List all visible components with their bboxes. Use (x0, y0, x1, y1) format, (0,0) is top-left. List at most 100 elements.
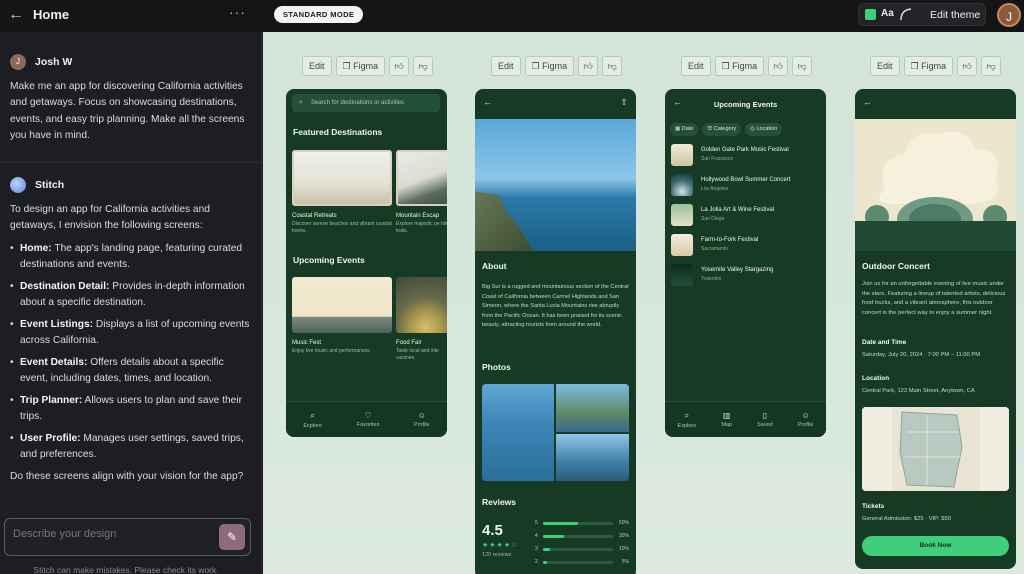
figma-button[interactable]: ❐ Figma (524, 56, 575, 76)
assistant-name: Stitch (35, 179, 65, 191)
assistant-message: Stitch To design an app for California a… (10, 177, 254, 485)
thumbs-down-icon[interactable]: 👎︎ (981, 56, 1002, 76)
edit-theme-button[interactable]: Edit theme (930, 9, 980, 21)
corner-radius-icon[interactable] (899, 7, 913, 21)
thumbs-down-icon[interactable]: 👎︎ (792, 56, 813, 76)
prompt-input[interactable] (13, 528, 213, 540)
thumbs-up-icon[interactable]: 👍︎ (768, 56, 789, 76)
photo[interactable] (556, 384, 629, 432)
event-list-item[interactable]: Yosemite Valley Stargazing Yosemite (671, 264, 821, 286)
concert-illustration (855, 119, 1016, 251)
edit-button[interactable]: Edit (491, 56, 521, 76)
disclaimer-text: Stitch can make mistakes. Please check i… (33, 565, 219, 574)
music-fest-image (292, 277, 392, 333)
search-icon: ⌕ (299, 99, 303, 106)
send-button[interactable]: ✎ (219, 524, 245, 550)
theme-controls: Aa Edit theme (858, 3, 986, 26)
edit-button[interactable]: Edit (302, 56, 332, 76)
event-list-item[interactable]: La Jolla Art & Wine Festival San Diego (671, 204, 821, 226)
event-title: La Jolla Art & Wine Festival (701, 207, 775, 213)
chip-date[interactable]: ▦ Date (670, 123, 699, 136)
thumbs-up-icon[interactable]: 👍︎ (389, 56, 410, 76)
chip-location[interactable]: ◎ Location (745, 123, 783, 136)
cliff-shape (475, 191, 533, 251)
nav-favorites[interactable]: ♡ Favorites (357, 411, 380, 428)
standard-mode-badge[interactable]: STANDARD MODE (274, 6, 364, 23)
user-avatar-small: J (10, 54, 26, 71)
nav-map[interactable]: ▥ Map (721, 411, 732, 428)
card-description: Enjoy live music and performances. (292, 348, 371, 354)
share-icon[interactable]: ⇪ (620, 97, 628, 108)
edit-button[interactable]: Edit (681, 56, 711, 76)
event-thumbnail (671, 174, 693, 196)
datetime-label: Date and Time (862, 339, 907, 346)
thumbs-down-icon[interactable]: 👎︎ (413, 56, 434, 76)
search-bar[interactable]: ⌕ Search for destinations or activities (292, 94, 440, 112)
nav-explore[interactable]: ⌕ Explore (303, 411, 322, 429)
font-selector[interactable]: Aa (881, 8, 894, 19)
screen-list: Home: The app's landing page, featuring … (10, 241, 254, 464)
design-canvas[interactable]: Edit ❐ Figma 👍︎ 👎︎ Edit ❐ Figma 👍︎ 👎︎ Ed… (263, 32, 1024, 574)
thumbs-up-icon[interactable]: 👍︎ (578, 56, 599, 76)
heart-icon: ♡ (364, 411, 372, 420)
thumbs-up-icon[interactable]: 👍︎ (957, 56, 978, 76)
destination-detail-screen[interactable]: ← ⇪ About Big Sur is a rugged and mounta… (475, 89, 636, 574)
figma-button[interactable]: ❐ Figma (714, 56, 765, 76)
event-list-item[interactable]: Golden Gate Park Music Festival San Fran… (671, 144, 821, 166)
event-title: Farm-to-Fork Festival (701, 237, 759, 243)
user-message: J Josh W Make me an app for discovering … (10, 54, 250, 145)
rating-bar: 3 10% (535, 546, 629, 552)
chip-category[interactable]: ☰ Category (702, 123, 742, 136)
reviews-title: Reviews (482, 497, 517, 507)
event-thumbnail (671, 204, 693, 226)
event-title: Yosemite Valley Stargazing (701, 267, 774, 273)
color-swatch[interactable] (865, 9, 876, 20)
map-icon: ▥ (722, 411, 731, 420)
thumbs-down-icon[interactable]: 👎︎ (602, 56, 623, 76)
search-icon: ⌕ (684, 410, 690, 420)
page-title: Home (33, 7, 70, 22)
card-title: Music Fest (292, 340, 322, 346)
figma-button[interactable]: ❐ Figma (335, 56, 386, 76)
more-options-icon[interactable]: ··· (229, 4, 246, 20)
rating-bar-fill (543, 561, 547, 564)
edit-button[interactable]: Edit (870, 56, 900, 76)
event-list-item[interactable]: Hollywood Bowl Summer Concert Los Angele… (671, 174, 821, 196)
event-location: San Diego (701, 216, 725, 222)
book-now-button[interactable]: Book Now (862, 536, 1009, 556)
arrow-left-icon[interactable]: ← (483, 97, 492, 107)
figma-button[interactable]: ❐ Figma (903, 56, 954, 76)
destination-card[interactable]: Coastal Retreats Discover serene beaches… (292, 150, 392, 235)
event-list-item[interactable]: Farm-to-Fork Festival Sacramento (671, 234, 821, 256)
outdoor-concert-hero-image (855, 119, 1016, 251)
arrow-left-icon[interactable]: ← (6, 5, 26, 25)
home-screen[interactable]: ⌕ Search for destinations or activities … (286, 89, 447, 437)
event-details-screen[interactable]: ← Outdoor Concert Join us for an unforge… (855, 89, 1016, 569)
food-fair-image (396, 277, 447, 333)
photos-title: Photos (482, 362, 511, 372)
prompt-input-box[interactable]: ✎ (4, 518, 251, 556)
big-sur-hero-image (475, 119, 636, 251)
location-map[interactable] (862, 407, 1009, 491)
photo-grid[interactable] (482, 384, 629, 481)
screen-toolbar: Edit ❐ Figma 👍︎ 👎︎ (870, 56, 1002, 76)
nav-saved[interactable]: ▯ Saved (757, 411, 773, 428)
assistant-intro: To design an app for California activiti… (10, 203, 210, 232)
nav-profile[interactable]: ☺ Profile (798, 411, 814, 428)
nav-profile[interactable]: ☺ Profile (414, 411, 430, 428)
destination-card[interactable]: Mountain Escap Explore majestic pe hikin… (396, 150, 447, 235)
arrow-left-icon[interactable]: ← (863, 97, 872, 107)
event-listings-screen[interactable]: ← Upcoming Events ▦ Date ☰ Category ◎ Lo… (665, 89, 826, 437)
search-placeholder: Search for destinations or activities (311, 100, 405, 106)
photo[interactable] (556, 434, 629, 481)
nav-explore[interactable]: ⌕ Explore (678, 411, 697, 429)
event-card[interactable]: Music Fest Enjoy live music and performa… (292, 277, 392, 355)
tickets-value: General Admission: $25 · VIP: $50 (862, 516, 951, 522)
datetime-value: Saturday, July 20, 2024 · 7:00 PM – 11:0… (862, 352, 981, 358)
card-description: Explore majestic pe hiking trails. (396, 221, 447, 234)
user-avatar[interactable]: J (997, 3, 1021, 27)
event-card[interactable]: Food Fair Taste local and inte cuisines. (396, 277, 447, 362)
screen-toolbar: Edit ❐ Figma 👍︎ 👎︎ (491, 56, 623, 76)
user-name: Josh W (35, 56, 73, 68)
photo[interactable] (482, 384, 554, 481)
